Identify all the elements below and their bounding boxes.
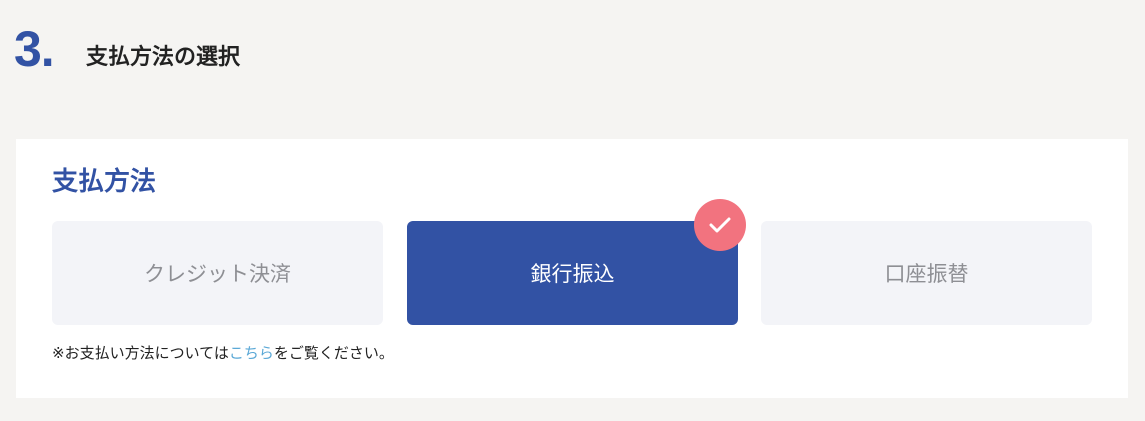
payment-note-suffix: をご覧ください。 <box>273 344 394 362</box>
section-header: 3. <box>14 14 55 77</box>
step-number: 3. <box>14 21 55 77</box>
option-account-transfer[interactable]: 口座振替 <box>761 221 1092 325</box>
section-title: 支払方法の選択 <box>86 45 241 70</box>
payment-info-link[interactable]: こちら <box>229 344 274 362</box>
payment-note: ※お支払い方法についてはこちらをご覧ください。 <box>52 342 394 364</box>
option-bank-transfer[interactable]: 銀行振込 <box>407 221 738 325</box>
payment-method-title: 支払方法 <box>52 167 157 197</box>
payment-method-panel: 支払方法 クレジット決済 銀行振込 口座振替 ※お支払い方法についてはこちらをご… <box>16 139 1128 398</box>
payment-note-prefix: ※お支払い方法については <box>52 344 229 362</box>
selected-badge <box>694 199 746 251</box>
option-credit-card-label: クレジット決済 <box>144 262 291 286</box>
option-bank-transfer-label: 銀行振込 <box>530 262 615 286</box>
option-credit-card[interactable]: クレジット決済 <box>52 221 383 325</box>
checkmark-icon <box>709 217 731 233</box>
option-account-transfer-label: 口座振替 <box>884 262 969 286</box>
